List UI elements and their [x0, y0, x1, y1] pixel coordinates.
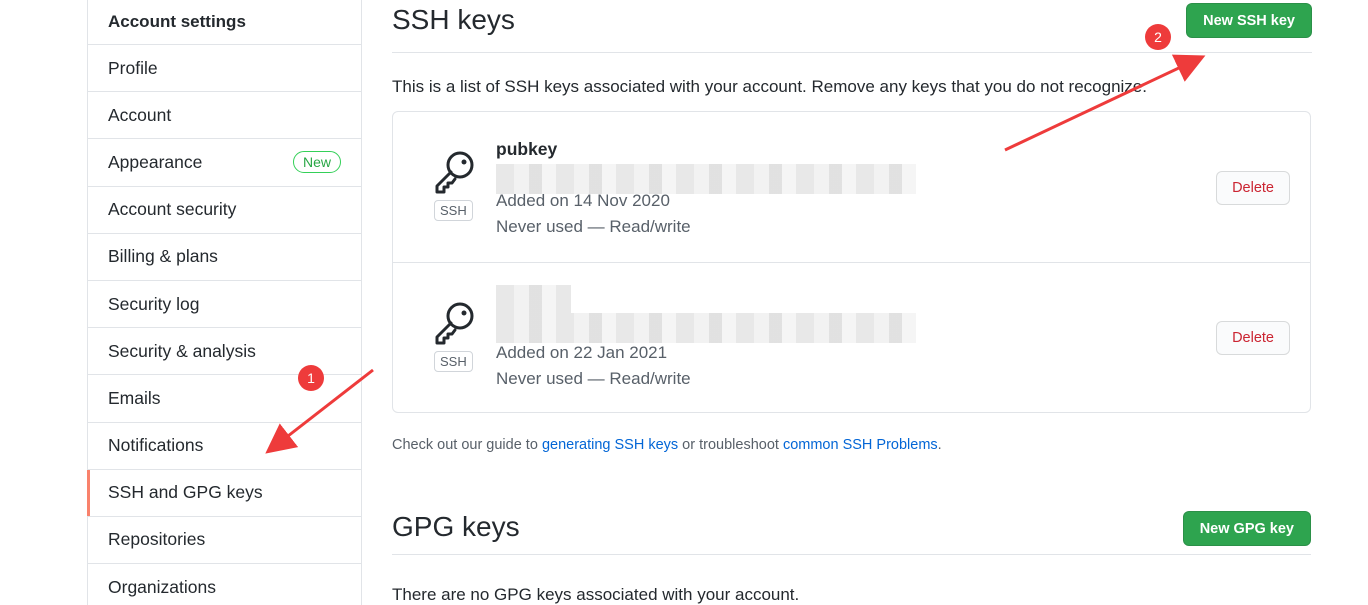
redacted-title: [496, 285, 571, 313]
sidebar-item-label: Appearance: [108, 151, 203, 172]
sidebar-item-label: Repositories: [108, 529, 206, 550]
sidebar-item-label: Security log: [108, 293, 200, 314]
ssh-type-label: SSH: [434, 200, 473, 221]
new-badge: New: [292, 151, 341, 174]
ssh-description: This is a list of SSH keys associated wi…: [392, 77, 1147, 96]
sidebar-header: Account settings: [88, 0, 361, 45]
sidebar-item-label: SSH and GPG keys: [108, 482, 263, 503]
sidebar-item-label: Profile: [108, 57, 158, 78]
sidebar-item-label: Account: [108, 104, 172, 125]
settings-sidebar: Account settings Profile Account Appeara…: [87, 0, 362, 605]
sidebar-item-label: Notifications: [108, 435, 204, 456]
key-added-date: Added on 14 Nov 2020: [496, 191, 670, 210]
key-icon: [435, 151, 474, 194]
sidebar-item-label: Emails: [108, 387, 161, 408]
new-gpg-key-button[interactable]: New GPG key: [1182, 511, 1311, 546]
common-ssh-problems-link[interactable]: common SSH Problems: [783, 437, 938, 453]
sidebar-item-billing[interactable]: Billing & plans: [88, 234, 361, 281]
guide-middle: or troubleshoot: [678, 437, 783, 453]
sidebar-item-profile[interactable]: Profile: [88, 45, 361, 93]
ssh-guide-text: Check out our guide to generating SSH ke…: [392, 437, 942, 453]
gpg-section-header: GPG keys New GPG key: [392, 505, 1311, 555]
ssh-key-list: SSH pubkey Added on 14 Nov 2020 Never us…: [392, 111, 1311, 413]
main-content: SSH keys New SSH key This is a list of S…: [392, 0, 1312, 604]
ssh-section-header: SSH keys New SSH key: [392, 0, 1312, 53]
guide-suffix: .: [937, 437, 942, 453]
guide-prefix: Check out our guide to: [392, 437, 542, 453]
ssh-keys-title: SSH keys: [392, 4, 515, 35]
delete-key-button[interactable]: Delete: [1216, 171, 1290, 205]
annotation-marker-1: 1: [298, 365, 324, 391]
redacted-fingerprint: [496, 313, 916, 343]
sidebar-item-label: Account security: [108, 199, 237, 220]
sidebar-item-account-security[interactable]: Account security: [88, 187, 361, 234]
sidebar-item-label: Security & analysis: [108, 340, 256, 361]
key-added-date: Added on 22 Jan 2021: [496, 343, 668, 362]
gpg-empty-message: There are no GPG keys associated with yo…: [392, 585, 800, 604]
new-ssh-key-button[interactable]: New SSH key: [1186, 3, 1312, 38]
sidebar-item-notifications[interactable]: Notifications: [88, 423, 361, 470]
sidebar-item-label: Organizations: [108, 576, 216, 597]
key-usage: Never used — Read/write: [496, 217, 691, 236]
ssh-key-row: SSH Added on 22 Jan 2021 Never used — Re…: [393, 262, 1310, 412]
key-icon: [435, 302, 474, 345]
generating-ssh-keys-link[interactable]: generating SSH keys: [542, 437, 678, 453]
key-usage: Never used — Read/write: [496, 369, 691, 388]
sidebar-item-account[interactable]: Account: [88, 92, 361, 140]
delete-key-button[interactable]: Delete: [1216, 321, 1290, 355]
ssh-key-row: SSH pubkey Added on 14 Nov 2020 Never us…: [393, 112, 1310, 262]
redacted-fingerprint: [496, 164, 916, 194]
annotation-marker-2: 2: [1145, 24, 1171, 50]
sidebar-item-repositories[interactable]: Repositories: [88, 517, 361, 565]
sidebar-item-security-log[interactable]: Security log: [88, 281, 361, 329]
key-title: pubkey: [496, 139, 558, 159]
sidebar-item-organizations[interactable]: Organizations: [88, 564, 361, 605]
sidebar-item-label: Billing & plans: [108, 246, 218, 267]
sidebar-item-ssh-gpg-keys[interactable]: SSH and GPG keys: [87, 469, 361, 517]
sidebar-item-appearance[interactable]: Appearance New: [88, 139, 361, 187]
gpg-keys-title: GPG keys: [392, 511, 520, 542]
ssh-type-label: SSH: [434, 351, 473, 372]
